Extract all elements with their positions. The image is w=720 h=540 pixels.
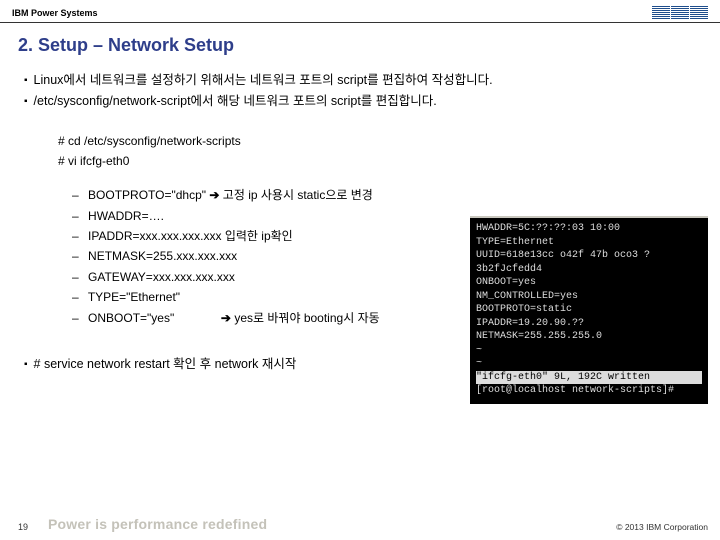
terminal-line: ~: [476, 357, 702, 371]
copyright: © 2013 IBM Corporation: [616, 522, 708, 532]
param-left: GATEWAY=xxx.xxx.xxx.xxx: [88, 270, 235, 284]
terminal-line: ONBOOT=yes: [476, 276, 702, 290]
param-left: TYPE="Ethernet": [88, 290, 180, 304]
terminal-prompt: [root@localhost network-scripts]#: [476, 384, 702, 398]
command-line: # cd /etc/sysconfig/network-scripts: [58, 131, 696, 151]
terminal-titlebar: [470, 216, 708, 218]
terminal-line: ~: [476, 344, 702, 358]
bullet-item: /etc/sysconfig/network-script에서 해당 네트워크 …: [24, 91, 696, 112]
param-left: NETMASK=255.xxx.xxx.xxx: [88, 249, 237, 263]
brand-text: IBM Power Systems: [12, 8, 98, 18]
arrow-icon: ➔: [209, 188, 219, 202]
tagline: Power is performance redefined: [48, 516, 267, 532]
ibm-logo: [652, 6, 708, 20]
terminal-line: TYPE=Ethernet: [476, 236, 702, 250]
param-right: yes로 바꿔야 booting시 자동: [234, 311, 379, 325]
param-left: IPADDR=xxx.xxx.xxx.xxx: [88, 229, 221, 243]
slide-header: IBM Power Systems: [0, 0, 720, 23]
terminal-line: BOOTPROTO=static: [476, 303, 702, 317]
terminal-status: "ifcfg-eth0" 9L, 192C written: [476, 371, 702, 385]
command-line: # vi ifcfg-eth0: [58, 151, 696, 171]
param-left: ONBOOT="yes": [88, 311, 174, 325]
terminal-line: NM_CONTROLLED=yes: [476, 290, 702, 304]
page-number: 19: [18, 522, 28, 532]
param-left: HWADDR=….: [88, 209, 164, 223]
slide-footer: 19 Power is performance redefined © 2013…: [0, 516, 720, 532]
bullet-item: Linux에서 네트워크를 설정하기 위해서는 네트워크 포트의 script를…: [24, 70, 696, 91]
terminal-line: HWADDR=5C:??:??:03 10:00: [476, 222, 702, 236]
terminal-screenshot: HWADDR=5C:??:??:03 10:00 TYPE=Ethernet U…: [470, 216, 708, 404]
terminal-line: NETMASK=255.255.255.0: [476, 330, 702, 344]
param-right: 고정 ip 사용시 static으로 변경: [223, 188, 373, 202]
param-left: BOOTPROTO="dhcp": [88, 188, 206, 202]
param-right: 입력한 ip확인: [225, 229, 293, 243]
command-block: # cd /etc/sysconfig/network-scripts # vi…: [58, 131, 696, 172]
footer-left: 19 Power is performance redefined: [18, 516, 267, 532]
terminal-line: IPADDR=19.20.90.??: [476, 317, 702, 331]
page-title: 2. Setup – Network Setup: [0, 23, 720, 70]
param-item: BOOTPROTO="dhcp" ➔ 고정 ip 사용시 static으로 변경: [72, 185, 696, 205]
terminal-line: UUID=618e13cc o42f 47b oco3 ?3b2fJcfedd4: [476, 249, 702, 276]
arrow-icon: ➔: [221, 311, 231, 325]
main-bullets: Linux에서 네트워크를 설정하기 위해서는 네트워크 포트의 script를…: [24, 70, 696, 113]
